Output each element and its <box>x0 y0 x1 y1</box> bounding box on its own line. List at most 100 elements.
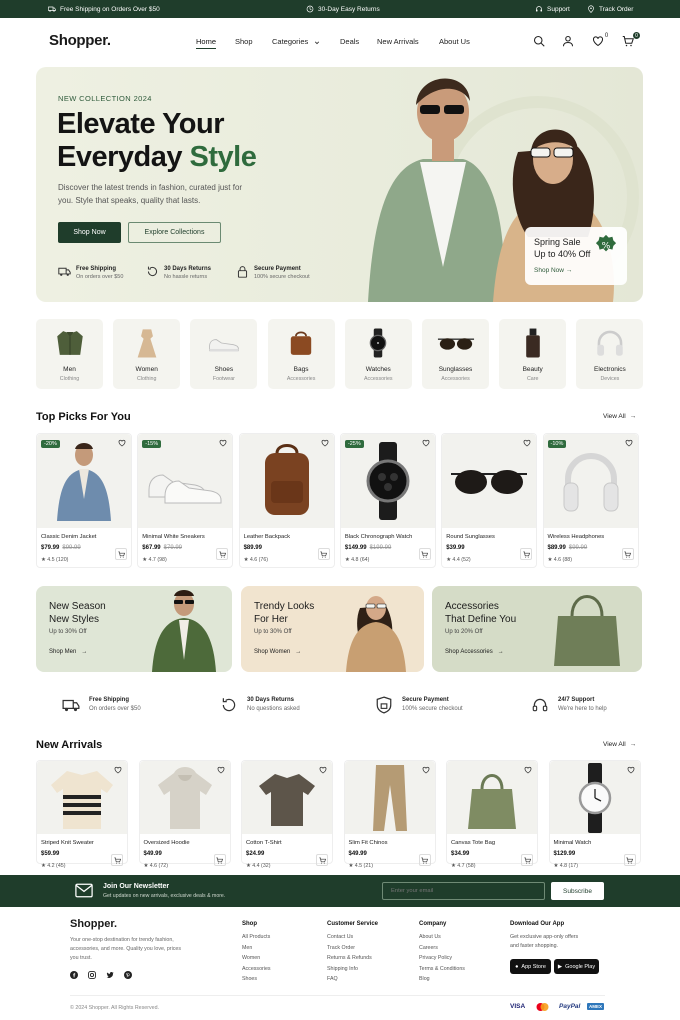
category-card-sunglasses[interactable]: Sunglasses Accessories <box>422 319 489 389</box>
nav-link-about[interactable]: About Us <box>439 37 470 46</box>
footer-logo[interactable]: Shopper. <box>70 918 117 930</box>
product-name[interactable]: Wireless Headphones <box>548 534 605 540</box>
wishlist-heart-icon[interactable] <box>422 766 430 774</box>
footer-link[interactable]: Accessories <box>242 966 271 972</box>
instagram-icon[interactable] <box>88 971 96 979</box>
footer-link[interactable]: Contact Us <box>327 934 353 940</box>
product-name[interactable]: Oversized Hoodie <box>144 840 190 846</box>
facebook-icon[interactable] <box>70 971 78 979</box>
wishlist-heart-icon[interactable] <box>422 439 430 447</box>
footer-link[interactable]: Terms & Conditions <box>419 966 465 972</box>
track-order-link[interactable]: Track Order <box>587 0 633 18</box>
newsletter-email-input[interactable] <box>382 882 545 900</box>
footer-link[interactable]: Men <box>242 945 252 951</box>
promo-link[interactable]: Shop Now → <box>534 267 572 274</box>
wishlist-heart-icon[interactable] <box>118 439 126 447</box>
wishlist-heart-icon[interactable] <box>114 766 122 774</box>
product-name[interactable]: Classic Denim Jacket <box>41 534 96 540</box>
twitter-icon[interactable] <box>106 971 114 979</box>
add-to-cart-button[interactable] <box>216 548 229 560</box>
product-card[interactable]: -20% Classic Denim Jacket $79.99 $99.99 ★… <box>36 433 132 568</box>
category-card-beauty[interactable]: Beauty Care <box>499 319 567 389</box>
promo-banner-2[interactable]: Trendy Looks For Her Up to 30% Off Shop W… <box>241 586 424 672</box>
product-card[interactable]: -15% Minimal White Sneakers $67.99 $79.99… <box>137 433 234 568</box>
cart-icon[interactable] <box>622 35 634 47</box>
footer-link[interactable]: Shipping Info <box>327 966 358 972</box>
add-to-cart-button[interactable] <box>521 854 533 866</box>
wishlist-heart-icon[interactable] <box>321 439 329 447</box>
banner-cta[interactable]: Shop Women → <box>254 649 301 655</box>
product-name[interactable]: Minimal Watch <box>554 840 592 846</box>
new-arrivals-view-all[interactable]: View All → <box>603 741 636 748</box>
footer-link[interactable]: Women <box>242 955 260 961</box>
wishlist-heart-icon[interactable] <box>592 35 604 47</box>
user-icon[interactable] <box>562 35 574 47</box>
add-to-cart-button[interactable] <box>317 548 330 560</box>
product-card[interactable]: Canvas Tote Bag $34.99 ★ 4.7 (58) <box>446 760 538 869</box>
product-image[interactable] <box>442 434 537 528</box>
top-picks-view-all[interactable]: View All → <box>603 413 636 420</box>
product-card[interactable]: -10% Wireless Headphones $89.99 $99.99 ★ … <box>542 433 639 568</box>
pinterest-icon[interactable] <box>124 971 132 979</box>
banner-cta[interactable]: Shop Men → <box>49 649 87 655</box>
category-card-bags[interactable]: Bags Accessories <box>267 319 335 389</box>
nav-link-home[interactable]: Home <box>196 37 217 49</box>
google-play-button[interactable]: ▶ Google Play <box>554 959 599 974</box>
product-name[interactable]: Striped Knit Sweater <box>41 840 94 846</box>
add-to-cart-button[interactable] <box>418 854 431 866</box>
footer-link[interactable]: Careers <box>419 945 438 951</box>
promo-banner-1[interactable]: New Season New Styles Up to 30% Off Shop … <box>36 586 232 672</box>
support-link[interactable]: Support <box>535 0 570 18</box>
product-name[interactable]: Minimal White Sneakers <box>142 534 205 540</box>
product-card[interactable]: Leather Backpack $89.99 ★ 4.6 (76) <box>238 433 335 568</box>
product-card[interactable]: -25% Black Chronograph Watch $149.99 $199… <box>339 433 436 568</box>
add-to-cart-button[interactable] <box>213 854 226 866</box>
add-to-cart-button[interactable] <box>316 854 328 866</box>
product-image[interactable] <box>239 434 334 528</box>
product-card[interactable]: Oversized Hoodie $49.99 ★ 4.6 (72) <box>138 760 231 869</box>
category-card-watches[interactable]: Watches Accessories <box>344 319 412 389</box>
category-card-shoes[interactable]: Shoes Footwear <box>190 319 258 389</box>
product-card[interactable]: Slim Fit Chinos $49.99 ★ 4.5 (21) <box>343 760 436 869</box>
add-to-cart-button[interactable] <box>520 548 533 560</box>
product-image[interactable] <box>543 434 638 528</box>
category-card-electronics[interactable]: Electronics Devices <box>576 319 644 389</box>
product-card[interactable]: Cotton T-Shirt $24.99 ★ 4.4 (32) <box>241 760 333 869</box>
add-to-cart-button[interactable] <box>111 854 123 866</box>
search-icon[interactable] <box>533 35 545 47</box>
chevron-down-icon[interactable] <box>314 40 320 46</box>
product-name[interactable]: Round Sunglasses <box>446 534 495 540</box>
app-store-button[interactable]: ● App Store <box>510 959 551 974</box>
product-card[interactable]: Round Sunglasses $39.99 ★ 4.4 (52) <box>441 433 538 568</box>
promo-banner-3[interactable]: Accessories That Define You Up to 20% Off… <box>432 586 642 672</box>
product-card[interactable]: Striped Knit Sweater $59.99 ★ 4.2 (45) <box>36 760 128 869</box>
product-image[interactable] <box>340 434 435 528</box>
category-card-women[interactable]: Women Clothing <box>113 319 181 389</box>
explore-collections-button[interactable]: Explore Collections <box>128 222 221 243</box>
product-card[interactable]: Minimal Watch $129.99 ★ 4.8 (17) <box>548 760 641 869</box>
nav-link-deals[interactable]: Deals <box>340 37 359 46</box>
shop-now-button[interactable]: Shop Now <box>58 222 121 243</box>
wishlist-heart-icon[interactable] <box>319 766 327 774</box>
footer-link[interactable]: Blog <box>419 976 430 982</box>
product-name[interactable]: Leather Backpack <box>244 534 290 540</box>
spring-sale-card[interactable]: Spring Sale Up to 40% Off Shop Now → % <box>525 227 627 285</box>
product-name[interactable]: Slim Fit Chinos <box>349 840 388 846</box>
add-to-cart-button[interactable] <box>115 548 127 560</box>
product-name[interactable]: Canvas Tote Bag <box>451 840 495 846</box>
wishlist-heart-icon[interactable] <box>524 766 532 774</box>
nav-link-new-arrivals[interactable]: New Arrivals <box>377 37 419 46</box>
footer-link[interactable]: Track Order <box>327 945 355 951</box>
footer-link[interactable]: Returns & Refunds <box>327 955 372 961</box>
nav-link-shop[interactable]: Shop <box>235 37 253 46</box>
product-name[interactable]: Cotton T-Shirt <box>246 840 282 846</box>
nav-link-categories[interactable]: Categories <box>272 37 308 46</box>
product-image[interactable] <box>37 434 131 528</box>
footer-link[interactable]: Privacy Policy <box>419 955 452 961</box>
product-name[interactable]: Black Chronograph Watch <box>345 534 412 540</box>
wishlist-heart-icon[interactable] <box>523 439 531 447</box>
subscribe-button[interactable]: Subscribe <box>551 882 604 900</box>
site-logo[interactable]: Shopper. <box>49 32 111 49</box>
wishlist-heart-icon[interactable] <box>217 766 225 774</box>
wishlist-heart-icon[interactable] <box>219 439 227 447</box>
